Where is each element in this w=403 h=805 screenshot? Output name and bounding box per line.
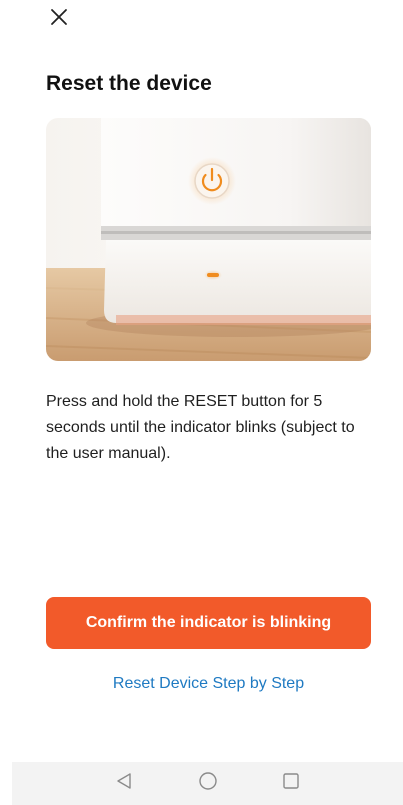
page-title: Reset the device [46, 72, 212, 95]
close-icon [50, 8, 68, 31]
instruction-text: Press and hold the RESET button for 5 se… [46, 393, 355, 462]
system-navigation-bar [12, 762, 403, 805]
close-button[interactable] [44, 4, 74, 34]
device-illustration [46, 118, 371, 361]
recent-square-icon [282, 772, 300, 795]
reset-step-by-step-link[interactable]: Reset Device Step by Step [46, 675, 371, 693]
confirm-blinking-button[interactable]: Confirm the indicator is blinking [46, 597, 371, 649]
home-circle-icon [198, 771, 218, 796]
nav-recent-button[interactable] [271, 762, 311, 805]
back-triangle-icon [116, 772, 132, 795]
nav-home-button[interactable] [188, 762, 228, 805]
nav-back-button[interactable] [104, 762, 144, 805]
